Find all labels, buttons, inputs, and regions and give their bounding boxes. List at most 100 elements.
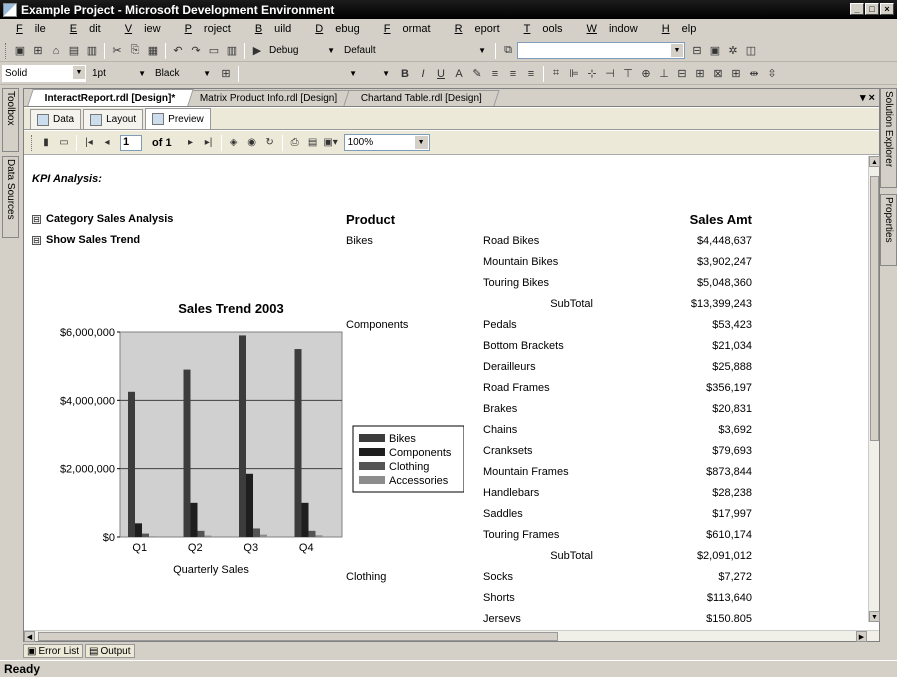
properties-icon[interactable]: ▣ — [706, 42, 724, 60]
italic-icon[interactable]: I — [414, 65, 432, 83]
find-combo[interactable]: ▼ — [517, 42, 685, 59]
scroll-left-icon[interactable]: ◀ — [24, 631, 35, 642]
color-combo[interactable]: Black ▼ — [152, 65, 214, 82]
line-style-combo[interactable]: Solid ▼ — [2, 65, 86, 82]
sales-trend-toggle[interactable]: ⊟ Show Sales Trend — [32, 234, 140, 246]
restore-button[interactable]: □ — [865, 3, 879, 15]
scroll-down-icon[interactable]: ▼ — [869, 611, 880, 622]
document-tab[interactable]: InteractReport.rdl [Design]* — [27, 89, 194, 106]
scroll-up-icon[interactable]: ▲ — [869, 156, 880, 167]
vertical-scroll-thumb[interactable] — [870, 176, 879, 441]
scroll-right-icon[interactable]: ▶ — [856, 631, 867, 642]
minimize-button[interactable]: _ — [850, 3, 864, 15]
menu-item-tools[interactable]: Tools — [512, 23, 575, 35]
font-size-combo[interactable]: ▼ — [363, 65, 393, 82]
align-tops-icon[interactable]: ⊤ — [619, 65, 637, 83]
highlight-icon[interactable]: ✎ — [468, 65, 486, 83]
data-sources-tab[interactable]: Data Sources — [2, 156, 19, 238]
align-bottoms-icon[interactable]: ⊥ — [655, 65, 673, 83]
tab-data[interactable]: Data — [30, 109, 82, 129]
border-icon[interactable]: ⊞ — [217, 65, 235, 83]
solution-explorer-icon[interactable]: ⊟ — [688, 42, 706, 60]
spacing-icon[interactable]: ⇹ — [745, 65, 763, 83]
menu-item-window[interactable]: Window — [575, 23, 650, 35]
copy-icon[interactable]: ⎘ — [126, 42, 144, 60]
document-window-controls[interactable]: ▾ × — [860, 91, 875, 104]
save-icon[interactable]: ▤ — [65, 42, 83, 60]
save-all-icon[interactable]: ▥ — [83, 42, 101, 60]
tab-layout[interactable]: Layout — [83, 109, 144, 129]
cut-icon[interactable]: ✂ — [108, 42, 126, 60]
line-width-combo[interactable]: 1pt ▼ — [89, 65, 149, 82]
same-width-icon[interactable]: ⊟ — [673, 65, 691, 83]
properties-tab[interactable]: Properties — [880, 194, 897, 266]
back-icon[interactable]: ◈ — [225, 134, 243, 152]
menu-item-project[interactable]: Project — [173, 23, 243, 35]
previous-page-icon[interactable]: ◂ — [98, 134, 116, 152]
find-in-files-icon[interactable]: ⧉ — [499, 42, 517, 60]
category-sales-toggle[interactable]: ⊟ Category Sales Analysis — [32, 213, 173, 225]
tab-preview[interactable]: Preview — [145, 108, 211, 129]
align-right-icon[interactable]: ≡ — [522, 65, 540, 83]
menu-item-format[interactable]: Format — [372, 23, 443, 35]
underline-icon[interactable]: U — [432, 65, 450, 83]
bold-icon[interactable]: B — [396, 65, 414, 83]
vspacing-icon[interactable]: ⇳ — [763, 65, 781, 83]
collapse-icon[interactable]: ⊟ — [32, 214, 41, 224]
horizontal-scrollbar[interactable]: ◀ ▶ — [24, 630, 879, 642]
redo-icon[interactable]: ↷ — [187, 42, 205, 60]
last-page-icon[interactable]: ▸| — [200, 134, 218, 152]
undo-icon[interactable]: ↶ — [169, 42, 187, 60]
start-debug-icon[interactable]: ▶ — [248, 42, 266, 60]
first-page-icon[interactable]: |◂ — [80, 134, 98, 152]
document-tab[interactable]: Matrix Product Info.rdl [Design] — [181, 90, 355, 106]
menu-item-file[interactable]: File — [4, 23, 58, 35]
config-combo[interactable]: Debug ▼ — [266, 42, 338, 59]
collapse-icon[interactable]: ⊟ — [32, 235, 41, 245]
zoom-combo[interactable]: 100% ▼ — [343, 134, 430, 151]
close-button[interactable]: × — [880, 3, 894, 15]
menu-item-edit[interactable]: Edit — [58, 23, 113, 35]
tool-tab-error-list[interactable]: ▣ Error List — [23, 644, 84, 658]
layout-icon[interactable]: ⌗ — [547, 65, 565, 83]
horizontal-scroll-thumb[interactable] — [38, 632, 558, 641]
menu-item-help[interactable]: Help — [650, 23, 709, 35]
new-project-icon[interactable]: ▣ — [11, 42, 29, 60]
same-size-icon[interactable]: ⊠ — [709, 65, 727, 83]
font-color-icon[interactable]: A — [450, 65, 468, 83]
document-map-icon[interactable]: ▮ — [37, 134, 55, 152]
platform-combo[interactable]: Default ▼ — [341, 42, 489, 59]
align-rights-icon[interactable]: ⊣ — [601, 65, 619, 83]
page-number-input[interactable]: 1 — [120, 134, 142, 151]
align-lefts-icon[interactable]: ⊫ — [565, 65, 583, 83]
build-icon[interactable]: ▥ — [223, 42, 241, 60]
tool-tab-output[interactable]: ▤ Output — [85, 644, 135, 658]
refresh-icon[interactable]: ↻ — [261, 134, 279, 152]
align-middles-icon[interactable]: ⊕ — [637, 65, 655, 83]
export-icon[interactable]: ▣▾ — [322, 134, 340, 152]
options-icon[interactable]: ◫ — [742, 42, 760, 60]
toolbox-icon[interactable]: ✲ — [724, 42, 742, 60]
add-item-icon[interactable]: ⊞ — [29, 42, 47, 60]
grid-icon[interactable]: ⊞ — [727, 65, 745, 83]
document-tab[interactable]: Chartand Table.rdl [Design] — [343, 90, 500, 106]
parameters-icon[interactable]: ▭ — [55, 134, 73, 152]
align-center-icon[interactable]: ≡ — [504, 65, 522, 83]
next-page-icon[interactable]: ▸ — [182, 134, 200, 152]
font-combo[interactable]: ▼ — [242, 65, 360, 82]
stop-icon[interactable]: ◉ — [243, 134, 261, 152]
menu-item-view[interactable]: View — [113, 23, 173, 35]
toolbox-tab[interactable]: Toolbox — [2, 88, 19, 152]
vertical-scrollbar[interactable]: ▲ ▼ — [868, 156, 880, 622]
solution-explorer-tab[interactable]: Solution Explorer — [880, 88, 897, 188]
menu-item-report[interactable]: Report — [443, 23, 512, 35]
navigate-icon[interactable]: ▭ — [205, 42, 223, 60]
align-left-icon[interactable]: ≡ — [486, 65, 504, 83]
align-centers-icon[interactable]: ⊹ — [583, 65, 601, 83]
menu-item-debug[interactable]: Debug — [303, 23, 371, 35]
print-layout-icon[interactable]: ▤ — [304, 134, 322, 152]
print-icon[interactable]: ⎙ — [286, 134, 304, 152]
paste-icon[interactable]: ▦ — [144, 42, 162, 60]
same-height-icon[interactable]: ⊞ — [691, 65, 709, 83]
open-file-icon[interactable]: ⌂ — [47, 42, 65, 60]
